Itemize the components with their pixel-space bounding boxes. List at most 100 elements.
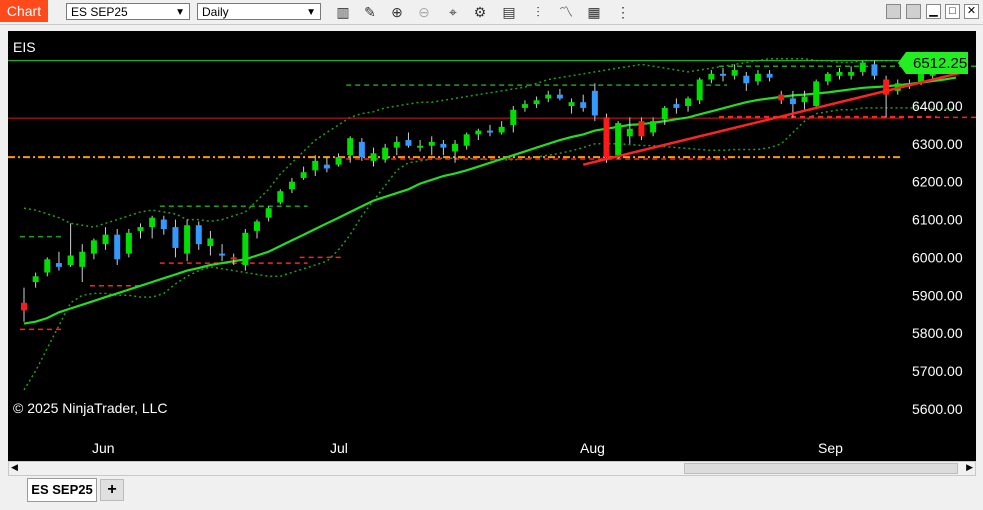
template-icon[interactable]: ▦ [584, 2, 604, 22]
candle-body [382, 147, 389, 159]
window-mode-button-2[interactable] [906, 4, 921, 19]
y-axis-tick-label: 5900.00 [912, 287, 963, 303]
candle-body [743, 75, 750, 84]
minimize-button[interactable]: ▁ [926, 4, 941, 19]
moving-average [23, 76, 957, 325]
candles [21, 56, 959, 322]
candle-body [55, 263, 62, 267]
crosshair-icon[interactable]: ⌖ [443, 2, 463, 22]
candle-body [67, 255, 74, 265]
y-axis-tick-label: 6000.00 [912, 249, 963, 265]
candle-body [184, 225, 191, 254]
candle-body [335, 157, 342, 165]
candle-body [859, 62, 866, 72]
candle-body [125, 232, 132, 254]
candle-body [778, 94, 785, 101]
candle-body [673, 104, 680, 108]
candle-body [568, 102, 575, 106]
candle-body [207, 238, 214, 247]
candle-body [323, 164, 330, 169]
window-mode-button[interactable] [886, 4, 901, 19]
y-axis-tick-label: 6300.00 [912, 136, 963, 152]
y-axis-tick-label: 6100.00 [912, 212, 963, 228]
candle-body [242, 232, 249, 265]
price-chart[interactable]: 6400.00 6300.00 6200.00 6100.00 6000.00 5900.… [8, 31, 983, 461]
properties-icon[interactable]: ⚙ [470, 2, 490, 22]
candle-body [288, 181, 295, 190]
candle-body [21, 302, 27, 311]
chart-toolbar: Chart ES SEP25 ▼ Daily ▼ ▥ ✎ ⊕ ⊖ ⌖ ⚙ ▤ ⫶… [0, 0, 983, 25]
horizontal-scrollbar[interactable]: ◀ ▶ [8, 461, 976, 476]
candle-body [137, 227, 144, 231]
candle-body [102, 234, 109, 245]
candle-body [754, 73, 761, 82]
chevron-down-icon: ▼ [306, 7, 316, 18]
candle-body [708, 73, 715, 80]
candle-body [219, 253, 226, 256]
candle-body [475, 130, 482, 135]
candle-body [661, 107, 668, 120]
chart-tab-bar: ES SEP25 + [0, 476, 983, 510]
candle-body [789, 98, 796, 105]
candle-body [871, 64, 878, 76]
candle-body [149, 217, 156, 228]
copyright-text: © 2025 NinjaTrader, LLC [13, 400, 168, 416]
last-price-label: 6512.25 [913, 55, 967, 72]
candle-body [32, 276, 39, 283]
data-box-icon[interactable]: ▤ [499, 2, 519, 22]
bar-type-icon[interactable]: ▥ [333, 2, 353, 22]
candle-body [650, 121, 657, 133]
more-icon[interactable]: ⋮ [613, 2, 633, 22]
scrollbar-thumb[interactable] [684, 463, 958, 474]
chart-window-label[interactable]: Chart [0, 0, 48, 22]
candle-body [90, 240, 97, 254]
candle-body [720, 73, 726, 76]
y-axis-tick-label: 6400.00 [912, 98, 963, 114]
scroll-right-icon[interactable]: ▶ [966, 462, 973, 473]
close-button[interactable]: ✕ [964, 4, 979, 19]
zoom-in-icon[interactable]: ⊕ [387, 2, 407, 22]
candle-body [417, 145, 424, 148]
candle-body [277, 191, 284, 203]
candle-body [79, 251, 86, 267]
candle-body [393, 141, 400, 148]
zoom-out-icon[interactable]: ⊖ [414, 2, 434, 22]
candle-body [254, 221, 260, 231]
candle-body [580, 102, 587, 108]
add-tab-button[interactable]: + [100, 479, 124, 501]
candle-body [521, 104, 528, 108]
candle-body [626, 128, 633, 137]
scroll-left-icon[interactable]: ◀ [11, 462, 18, 473]
chart-panel[interactable]: 6400.00 6300.00 6200.00 6100.00 6000.00 5900.… [8, 31, 983, 461]
x-axis-tick-label: Sep [818, 440, 843, 456]
candle-body [440, 143, 447, 148]
instrument-label: EIS [13, 39, 36, 55]
candle-body [836, 71, 843, 76]
instrument-selector[interactable]: ES SEP25 ▼ [66, 3, 190, 20]
candle-body [347, 138, 354, 156]
interval-selector[interactable]: Daily ▼ [197, 3, 321, 20]
y-axis-tick-label: 5700.00 [912, 363, 963, 379]
maximize-button[interactable]: □ [945, 4, 960, 19]
y-axis-tick-label: 5800.00 [912, 325, 963, 341]
candle-body [533, 100, 540, 105]
candle-body [696, 79, 703, 101]
candle-body [603, 117, 610, 158]
tab-es-sep25[interactable]: ES SEP25 [27, 478, 97, 502]
candle-body [487, 130, 493, 133]
x-axis-tick-label: Jul [330, 440, 348, 456]
draw-pencil-icon[interactable]: ✎ [360, 2, 380, 22]
strategies-icon[interactable]: 〽 [556, 2, 576, 22]
candle-body [114, 234, 121, 260]
candle-body [591, 90, 598, 116]
candle-body [545, 94, 552, 99]
candle-body [510, 109, 517, 125]
indicators-icon[interactable]: ⫶ [528, 2, 548, 22]
interval-value: Daily [202, 5, 229, 19]
candle-body [452, 143, 459, 152]
candle-body [813, 81, 820, 106]
candle-body [44, 259, 51, 273]
instrument-value: ES SEP25 [71, 5, 128, 19]
candle-body [300, 172, 307, 178]
candle-body [405, 140, 412, 146]
